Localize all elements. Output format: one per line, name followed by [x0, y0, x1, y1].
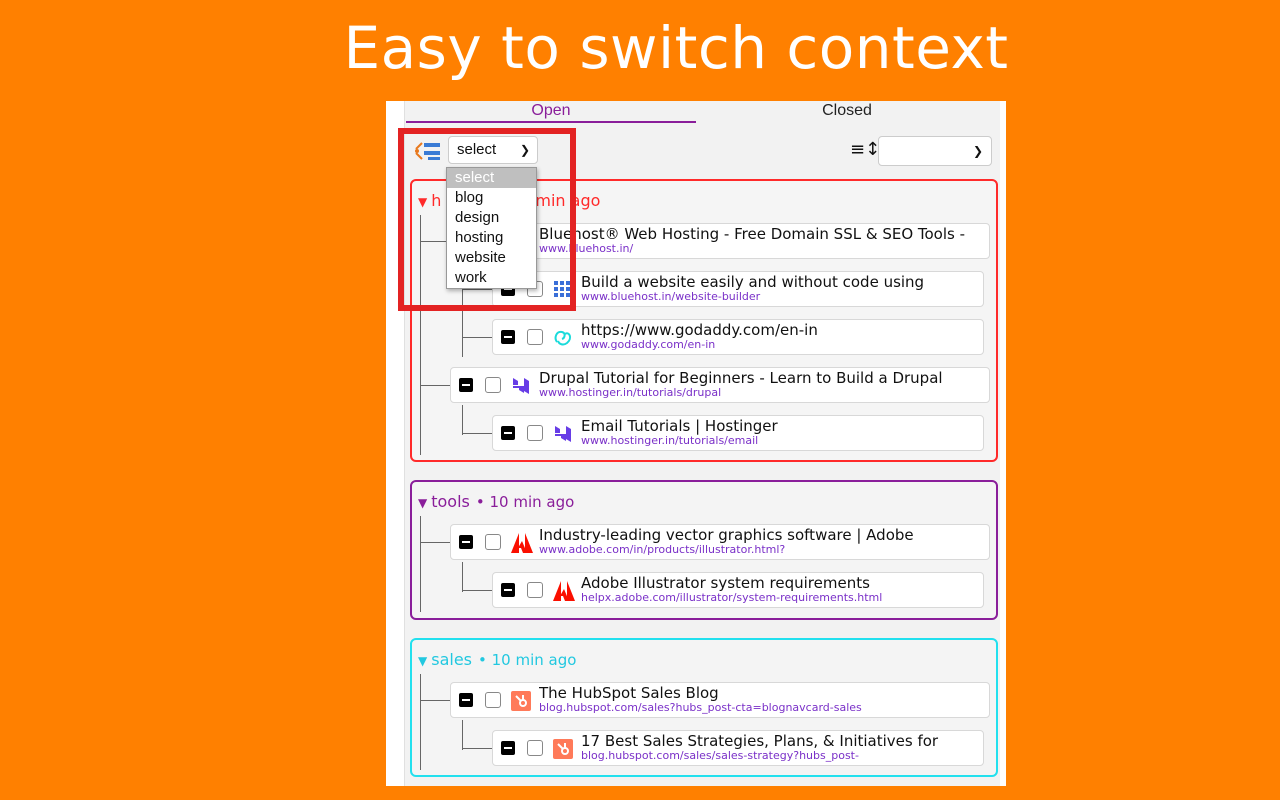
tab-checkbox[interactable] — [485, 377, 501, 393]
view-tabs: Open Closed — [406, 101, 998, 125]
list-item[interactable]: Email Tutorials | Hostinger www.hostinge… — [492, 415, 984, 451]
hubspot-icon — [553, 739, 573, 759]
list-item[interactable]: https://www.godaddy.com/en-in www.godadd… — [492, 319, 984, 355]
tab-url: www.godaddy.com/en-in — [581, 338, 716, 351]
dropdown-option-blog[interactable]: blog — [447, 188, 536, 208]
tab-checkbox[interactable] — [527, 329, 543, 345]
tab-title: Build a website easily and without code … — [581, 273, 925, 291]
list-item[interactable]: 17 Best Sales Strategies, Plans, & Initi… — [492, 730, 984, 766]
group-time: • 10 min ago — [478, 651, 577, 669]
tree-line — [462, 720, 463, 750]
tab-title: Email Tutorials | Hostinger — [581, 417, 778, 435]
tree-line — [420, 516, 421, 612]
tab-url: www.adobe.com/in/products/illustrator.ht… — [539, 543, 786, 556]
collapse-triangle-icon[interactable]: ▼ — [418, 496, 427, 510]
adobe-icon — [511, 533, 533, 553]
dropdown-option-hosting[interactable]: hosting — [447, 228, 536, 248]
tab-checkbox[interactable] — [527, 582, 543, 598]
adobe-icon — [553, 581, 575, 601]
tab-title: Industry-leading vector graphics softwar… — [539, 526, 914, 544]
tree-line — [462, 337, 492, 338]
group-name: tools — [431, 492, 470, 511]
tab-url: blog.hubspot.com/sales?hubs_post-cta=blo… — [539, 701, 862, 714]
close-tab-icon[interactable] — [501, 330, 515, 344]
list-item[interactable]: Drupal Tutorial for Beginners - Learn to… — [450, 367, 990, 403]
tree-line — [462, 590, 492, 591]
tree-line — [420, 542, 450, 543]
tab-title: Drupal Tutorial for Beginners - Learn to… — [539, 369, 943, 387]
dropdown-option-work[interactable]: work — [447, 268, 536, 288]
list-item[interactable]: Industry-leading vector graphics softwar… — [450, 524, 990, 560]
group-header[interactable]: ▼ sales • 10 min ago — [418, 650, 576, 669]
tab-url: blog.hubspot.com/sales/sales-strategy?hu… — [581, 749, 859, 762]
tab-url: www.hostinger.in/tutorials/drupal — [539, 386, 722, 399]
tab-title: The HubSpot Sales Blog — [539, 684, 719, 702]
context-dropdown-menu: select blog design hosting website work — [446, 167, 537, 289]
tab-title: 17 Best Sales Strategies, Plans, & Initi… — [581, 732, 939, 750]
list-item[interactable]: The HubSpot Sales Blog blog.hubspot.com/… — [450, 682, 990, 718]
sort-select[interactable]: ❯ — [878, 136, 992, 166]
tab-checkbox[interactable] — [485, 692, 501, 708]
list-item[interactable]: Build a website easily and without code … — [492, 271, 984, 307]
context-select-value: select — [457, 141, 497, 158]
tree-line — [462, 289, 492, 290]
close-tab-icon[interactable] — [501, 741, 515, 755]
dropdown-option-website[interactable]: website — [447, 248, 536, 268]
group-time: • 10 min ago — [475, 493, 575, 511]
close-tab-icon[interactable] — [459, 535, 473, 549]
tree-line — [462, 433, 492, 434]
tab-url: www.bluehost.in/website-builder — [581, 290, 761, 303]
tree-line — [420, 215, 421, 455]
group-header[interactable]: ▼ tools • 10 min ago — [418, 492, 574, 511]
tab-group-sales: ▼ sales • 10 min ago The HubSpot Sales Blo… — [410, 638, 998, 777]
tab-title: Adobe Illustrator system requirements — [581, 574, 870, 592]
tab-title: https://www.godaddy.com/en-in — [581, 321, 818, 339]
group-name: sales — [431, 650, 472, 669]
hostinger-icon — [553, 424, 573, 444]
tab-url: www.bluehost.in/ — [539, 242, 634, 255]
dropdown-option-design[interactable]: design — [447, 208, 536, 228]
tab-open[interactable]: Open — [406, 101, 696, 123]
tree-line — [420, 700, 450, 701]
list-item[interactable]: Adobe Illustrator system requirements he… — [492, 572, 984, 608]
tab-checkbox[interactable] — [527, 740, 543, 756]
collapse-triangle-icon[interactable]: ▼ — [418, 195, 427, 209]
chevron-down-icon: ❯ — [519, 143, 530, 157]
headline: Easy to switch context — [343, 14, 1009, 82]
bluehost-grid-icon — [553, 280, 573, 300]
group-name: h — [431, 191, 442, 210]
dropdown-option-select[interactable]: select — [447, 168, 536, 188]
close-tab-icon[interactable] — [459, 378, 473, 392]
tree-line — [420, 385, 450, 386]
tree-line — [462, 748, 492, 749]
context-switch-icon[interactable] — [414, 139, 442, 163]
close-tab-icon[interactable] — [501, 426, 515, 440]
hubspot-icon — [511, 691, 531, 711]
tree-line — [420, 674, 421, 770]
close-tab-icon[interactable] — [501, 583, 515, 597]
group-time: min ago — [535, 191, 601, 210]
close-tab-icon[interactable] — [459, 693, 473, 707]
tab-title: Bluehost® Web Hosting - Free Domain SSL … — [539, 225, 966, 243]
tab-closed[interactable]: Closed — [696, 101, 998, 123]
chevron-down-icon: ❯ — [972, 144, 983, 158]
tree-line — [462, 405, 463, 435]
context-select[interactable]: select ❯ — [448, 136, 538, 164]
tab-checkbox[interactable] — [527, 425, 543, 441]
tree-line — [462, 562, 463, 592]
collapse-triangle-icon[interactable]: ▼ — [418, 654, 427, 668]
tab-group-tools: ▼ tools • 10 min ago Industry-leading vect… — [410, 480, 998, 620]
tab-url: helpx.adobe.com/illustrator/system-requi… — [581, 591, 883, 604]
godaddy-icon — [553, 328, 573, 348]
tab-url: www.hostinger.in/tutorials/email — [581, 434, 759, 447]
hostinger-icon — [511, 376, 531, 396]
tab-checkbox[interactable] — [485, 534, 501, 550]
sort-icon[interactable]: ≡↕ — [850, 140, 880, 162]
